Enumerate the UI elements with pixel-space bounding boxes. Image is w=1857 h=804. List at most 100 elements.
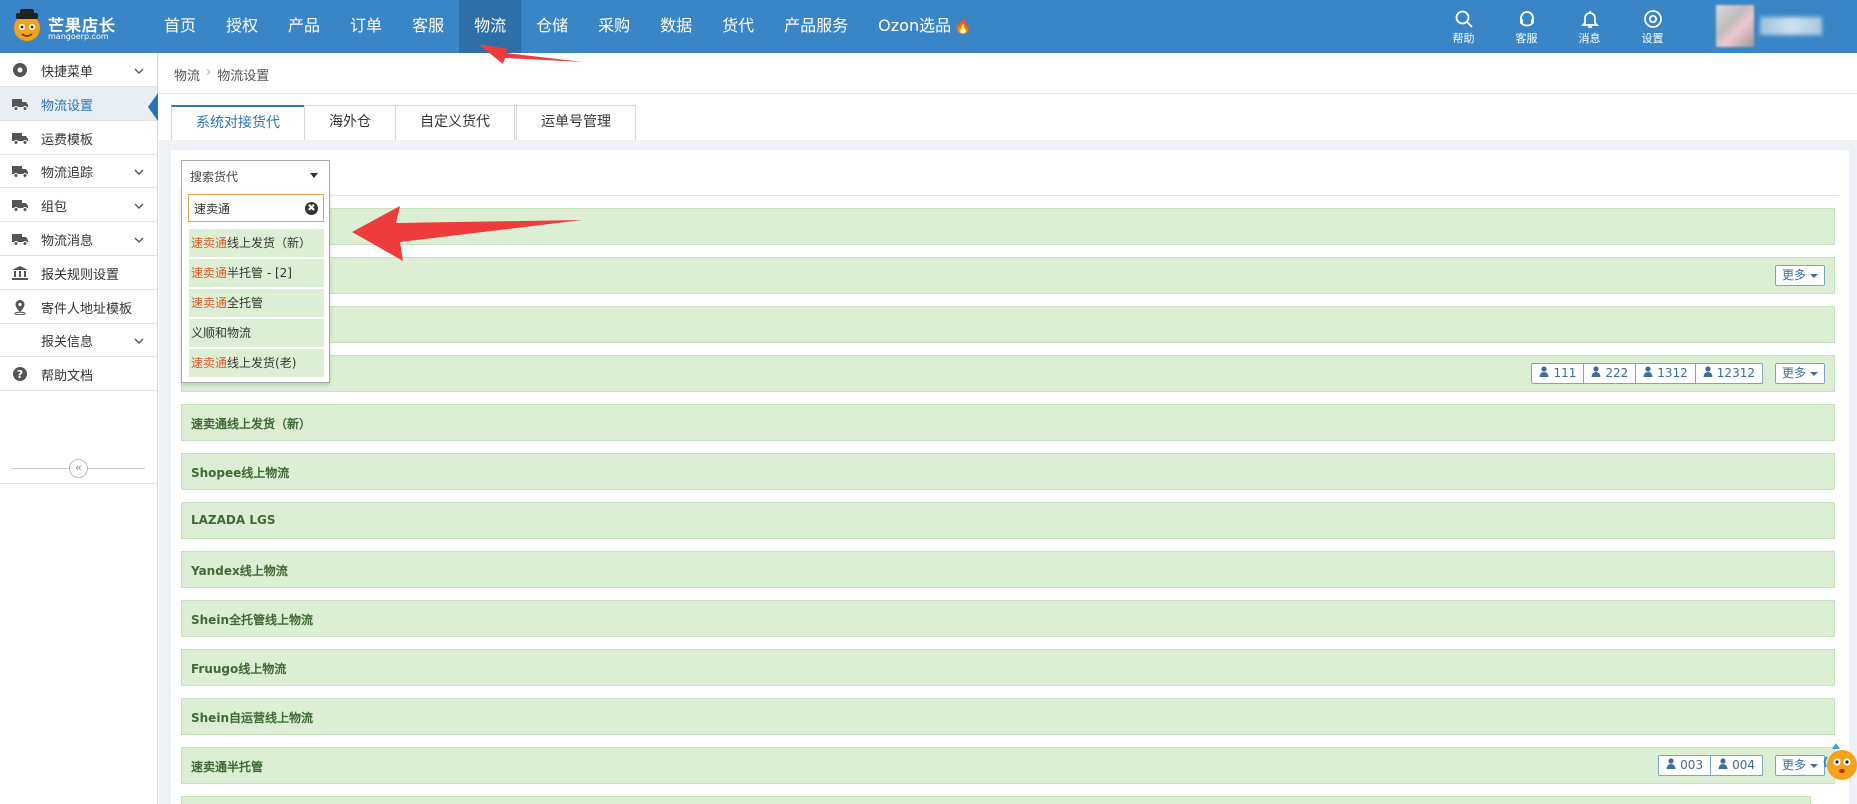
nav-item[interactable]: 订单 [335, 0, 397, 53]
nav-item[interactable]: 货代 [707, 0, 769, 53]
forwarder-row[interactable]: Shopee线上物流 [181, 453, 1835, 490]
match-highlight: 速卖通 [191, 356, 228, 370]
forwarder-dropdown: ✖ 速卖通线上发货（新）速卖通半托管 - [2]速卖通全托管义顺和物流速卖通线上… [181, 188, 330, 383]
forwarder-row[interactable]: 速卖通半托管 003 004 更多 [181, 747, 1835, 784]
forwarder-search-input[interactable] [189, 195, 299, 221]
forwarder-name: 速卖通线上发货（新） [191, 417, 312, 431]
nav-item-label: 产品服务 [784, 16, 849, 35]
top-action-search[interactable]: 帮助 [1432, 0, 1495, 53]
more-dropdown-button[interactable]: 更多 [1774, 265, 1825, 286]
caret-down-icon [310, 173, 318, 178]
sidebar-item[interactable]: 报关规则设置 [0, 256, 157, 290]
forwarder-row[interactable] [181, 306, 1835, 343]
support-mascot-icon[interactable] [1822, 737, 1857, 787]
forwarder-row[interactable]: Shein全托管线上物流 [181, 600, 1835, 637]
nav-item[interactable]: 客服 [397, 0, 459, 53]
tab[interactable]: 海外仓 [304, 105, 396, 140]
forwarder-search-select[interactable]: 搜索货代 [181, 160, 330, 189]
forwarder-row[interactable]: 速卖通线上发货（新） [181, 404, 1835, 441]
sidebar-item[interactable]: 快捷菜单 [0, 53, 157, 87]
more-dropdown-button[interactable]: 更多 [1774, 363, 1825, 384]
nav-item-label: 客服 [412, 16, 445, 35]
user-icon [1666, 756, 1676, 775]
forwarder-row[interactable]: 更多 [181, 257, 1835, 294]
nav-item-label: 物流 [474, 16, 507, 35]
account-button[interactable]: 111 [1531, 363, 1585, 384]
nav-item[interactable]: 仓储 [521, 0, 583, 53]
match-highlight: 速卖通 [191, 236, 228, 250]
sidebar-item[interactable]: 报关信息 [0, 323, 157, 358]
truck-icon [11, 163, 29, 179]
sidebar-item[interactable]: 物流追踪 [0, 154, 157, 189]
forwarder-row[interactable]: 111 222 1312 12312 更多 [181, 355, 1835, 392]
more-dropdown-button[interactable]: 更多 [1774, 755, 1825, 776]
account-button[interactable]: 12312 [1694, 363, 1763, 384]
forwarder-row[interactable]: Shein自运营线上物流 [181, 698, 1835, 735]
top-action-bell[interactable]: 消息 [1558, 0, 1621, 53]
account-button[interactable]: 1312 [1635, 363, 1696, 384]
sidebar-item[interactable]: 物流设置 [0, 86, 158, 121]
account-button[interactable]: 222 [1583, 363, 1637, 384]
nav-item-label: 货代 [722, 16, 755, 35]
breadcrumb-bar: 物流 › 物流设置 [159, 53, 1857, 94]
nav-item-label: 首页 [164, 16, 197, 35]
nav-item[interactable]: 产品 [273, 0, 335, 53]
nav-item[interactable]: 授权 [211, 0, 273, 53]
sidebar-item-label: 寄件人地址模板 [41, 301, 133, 317]
sidebar-item[interactable]: 物流消息 [0, 222, 157, 256]
top-action-gear[interactable]: 设置 [1621, 0, 1684, 53]
bell-icon [1558, 9, 1621, 29]
forwarder-row[interactable]: Fruugo线上物流 [181, 649, 1835, 686]
forwarder-option[interactable]: 速卖通线上发货（新） [189, 229, 324, 258]
tab[interactable]: 自定义货代 [395, 105, 515, 140]
collapse-sidebar-button[interactable]: « [69, 459, 88, 478]
user-menu[interactable] [1716, 5, 1826, 47]
nav-item[interactable]: 物流 [459, 0, 522, 53]
user-icon [1703, 364, 1713, 383]
more-label: 更多 [1781, 758, 1806, 772]
forwarder-option[interactable]: 速卖通半托管 - [2] [189, 259, 324, 288]
forwarder-option[interactable]: 义顺和物流 [189, 319, 324, 348]
option-label: 线上发货(老) [227, 356, 297, 370]
sidebar-item[interactable]: 寄件人地址模板 [0, 290, 157, 324]
account-label: 111 [1553, 366, 1577, 380]
breadcrumb-parent[interactable]: 物流 [174, 65, 200, 84]
nav-item[interactable]: 采购 [583, 0, 645, 53]
brand-logo[interactable]: 芒果店长 mangoerp.com [8, 7, 118, 47]
chevron-down-icon [133, 334, 145, 349]
sidebar-item[interactable]: ? 帮助文档 [0, 357, 157, 392]
sidebar-item[interactable]: 组包 [0, 188, 157, 223]
nav-item-label: 采购 [598, 16, 631, 35]
nav-item[interactable]: Ozon选品 🔥 [863, 0, 986, 53]
account-button[interactable]: 004 [1710, 755, 1763, 776]
forwarder-row[interactable] [181, 796, 1811, 804]
option-label: 半托管 - [2] [227, 266, 292, 280]
forwarder-name: Shein全托管线上物流 [191, 613, 313, 627]
forwarder-option[interactable]: 速卖通线上发货(老) [189, 349, 324, 378]
sidebar-item[interactable]: 运费模板 [0, 121, 157, 155]
top-action-headset[interactable]: 客服 [1495, 0, 1558, 53]
nav-item[interactable]: 首页 [149, 0, 211, 53]
nav-item[interactable]: 数据 [645, 0, 707, 53]
gear-icon [1621, 9, 1684, 29]
dashboard-icon [11, 62, 29, 78]
main-content: 物流 › 物流设置 系统对接货代 海外仓 自定义货代 运单号管理 更多 111 222 13… [159, 53, 1857, 804]
nav-item[interactable]: 产品服务 [769, 0, 863, 53]
avatar[interactable] [1716, 5, 1754, 47]
row-actions: 111 222 1312 12312 更多 [1531, 363, 1825, 384]
account-label: 004 [1732, 758, 1755, 772]
forwarder-row[interactable] [181, 208, 1835, 245]
forwarder-option[interactable]: 速卖通全托管 [189, 289, 324, 318]
tab[interactable]: 系统对接货代 [171, 105, 305, 140]
active-indicator [148, 92, 158, 121]
clear-search-icon[interactable]: ✖ [305, 202, 318, 215]
truck-icon [11, 130, 29, 146]
nav-item-label: 授权 [226, 16, 259, 35]
forwarder-row[interactable]: LAZADA LGS [181, 502, 1835, 539]
forwarder-row[interactable]: Yandex线上物流 [181, 551, 1835, 588]
caret-down-icon [1810, 763, 1818, 768]
account-label: 222 [1605, 366, 1629, 380]
tab[interactable]: 运单号管理 [516, 105, 636, 140]
forwarder-name: Fruugo线上物流 [191, 662, 287, 676]
account-button[interactable]: 003 [1658, 755, 1712, 776]
